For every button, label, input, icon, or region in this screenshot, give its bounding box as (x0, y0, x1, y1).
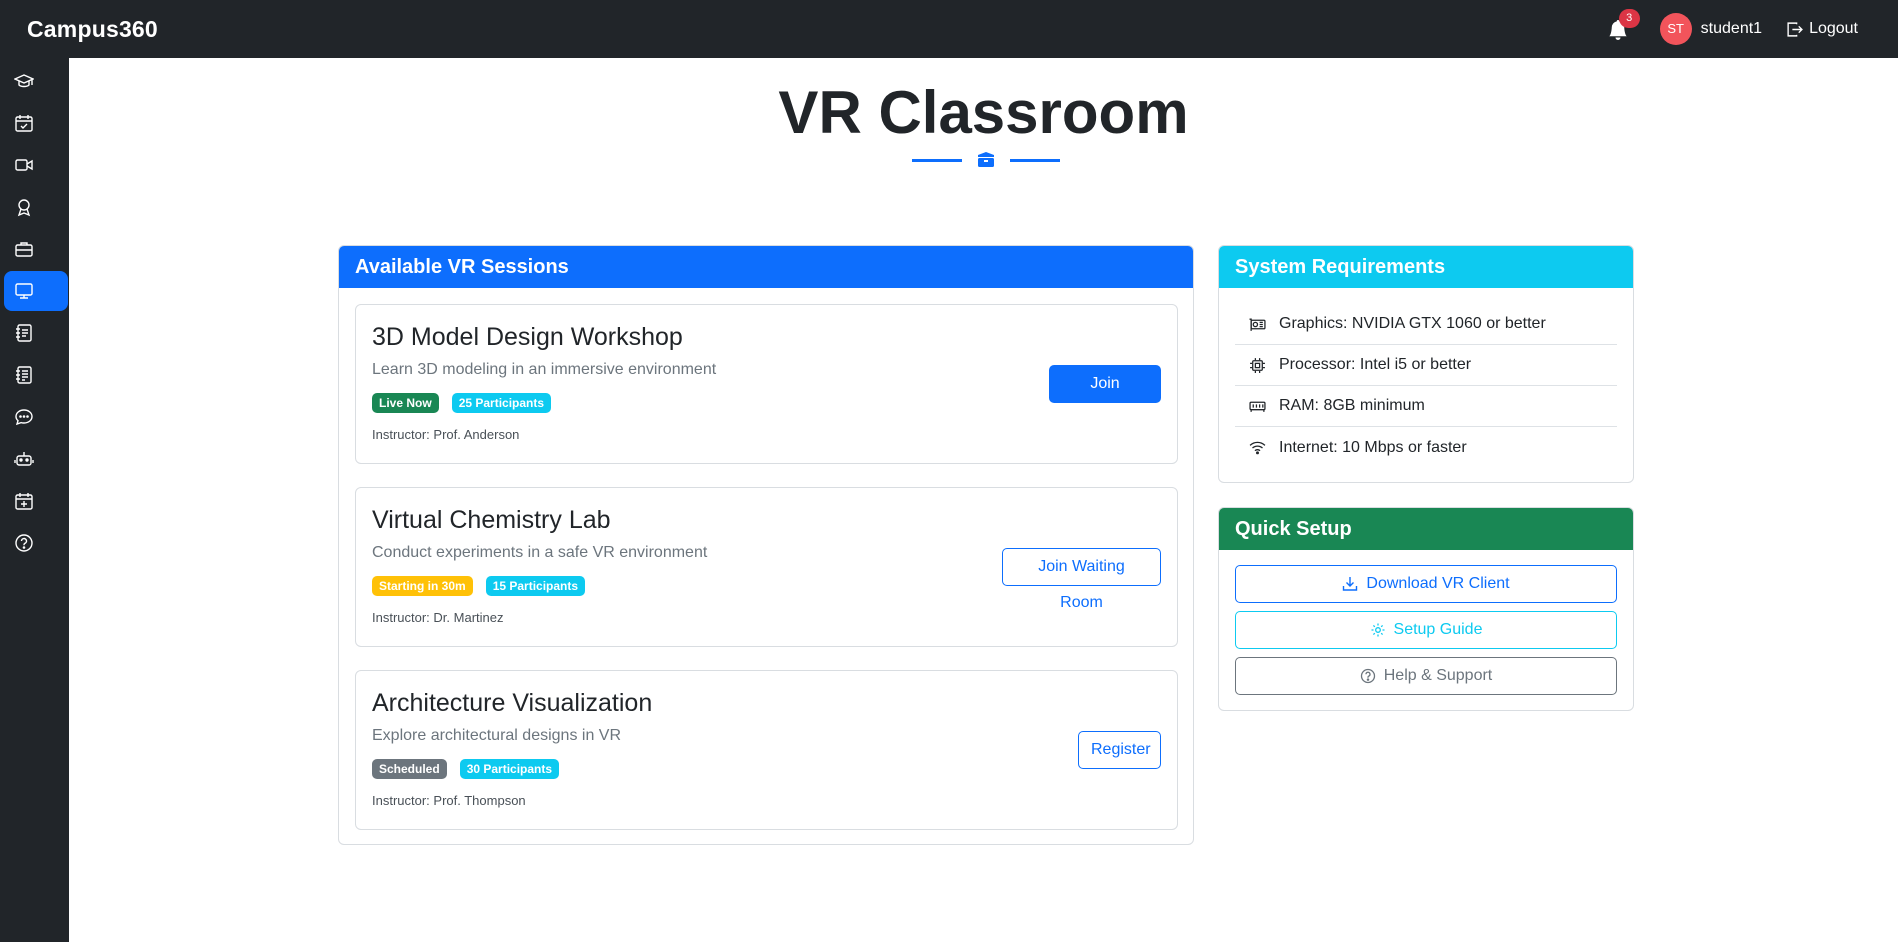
help-support-label: Help & Support (1383, 667, 1493, 684)
download-label: Download VR Client (1366, 575, 1510, 592)
award-icon (17, 199, 31, 217)
download-vr-client-button[interactable]: Download VR Client (1235, 565, 1617, 603)
quick-setup-card: Quick Setup Download VR Client Setup Gui… (1218, 507, 1634, 711)
session-description: Conduct experiments in a safe VR environ… (372, 544, 708, 561)
cpu-icon (1250, 357, 1265, 373)
participants-badge: 30 Participants (459, 759, 560, 779)
logout-label: Logout (1809, 20, 1858, 37)
status-badge: Starting in 30m (372, 576, 473, 596)
setup-guide-label: Setup Guide (1393, 621, 1483, 638)
wifi-icon (1249, 441, 1266, 455)
session-card: Architecture Visualization Explore archi… (355, 670, 1178, 830)
video-camera-icon (15, 159, 33, 171)
session-badges: Live Now 25 Participants (372, 393, 564, 413)
notifications-button[interactable]: 3 (1606, 9, 1640, 41)
display-icon (15, 283, 33, 299)
sidebar-item-ai-assistant[interactable] (4, 439, 68, 479)
requirement-text: Internet: 10 Mbps or faster (1279, 438, 1467, 456)
list-item: RAM: 8GB minimum (1235, 386, 1617, 427)
robot-icon (14, 452, 34, 466)
session-badges: Scheduled 30 Participants (372, 759, 572, 779)
top-right-controls: 3 ST student1 Logout (1606, 0, 1858, 58)
quick-setup-header: Quick Setup (1219, 508, 1633, 550)
requirement-text: RAM: 8GB minimum (1279, 397, 1425, 414)
list-item: Processor: Intel i5 or better (1235, 345, 1617, 386)
briefcase-icon (15, 242, 33, 257)
status-badge: Scheduled (372, 759, 447, 779)
divider-line-right (1010, 158, 1060, 162)
session-instructor: Instructor: Prof. Thompson (372, 793, 526, 808)
logout-icon (1787, 21, 1803, 37)
chat-icon (15, 409, 33, 426)
register-button[interactable]: Register (1078, 731, 1161, 769)
vr-sessions-card: Available VR Sessions 3D Model Design Wo… (338, 245, 1194, 845)
journal-text-icon (16, 366, 32, 384)
question-circle-icon (15, 534, 33, 552)
session-title: 3D Model Design Workshop (372, 323, 683, 351)
session-badges: Starting in 30m 15 Participants (372, 576, 598, 596)
top-navbar: Campus360 3 ST student1 Logout (0, 0, 1898, 58)
avatar[interactable]: ST (1659, 13, 1692, 45)
sidebar-item-chat[interactable] (4, 397, 68, 437)
status-badge: Live Now (372, 393, 439, 413)
username[interactable]: student1 (1701, 20, 1762, 38)
sidebar-item-careers[interactable] (4, 229, 68, 269)
logout-button[interactable]: Logout (1786, 20, 1858, 38)
journal-icon (16, 324, 32, 342)
sidebar (0, 58, 69, 942)
sidebar-item-notes[interactable] (4, 355, 68, 395)
requirement-text: Processor: Intel i5 or better (1279, 356, 1472, 373)
participants-badge: 15 Participants (485, 576, 586, 596)
divider-line-left (912, 158, 962, 162)
sidebar-item-attendance[interactable] (4, 103, 68, 143)
list-item: Internet: 10 Mbps or faster (1235, 427, 1617, 468)
brand-logo[interactable]: Campus360 (27, 16, 158, 43)
participants-badge: 25 Participants (451, 393, 552, 413)
join-waiting-room-button[interactable]: Join Waiting Room (1002, 548, 1161, 611)
session-title: Virtual Chemistry Lab (372, 506, 611, 534)
gear-icon (1371, 623, 1385, 637)
question-circle-icon (1360, 668, 1375, 684)
system-requirements-header: System Requirements (1219, 246, 1633, 288)
list-item: Graphics: NVIDIA GTX 1060 or better (1235, 304, 1617, 345)
session-instructor: Instructor: Prof. Anderson (372, 427, 520, 442)
requirement-text: Graphics: NVIDIA GTX 1060 or better (1279, 315, 1546, 332)
graduation-cap-icon (14, 74, 34, 88)
calendar-check-icon (15, 115, 33, 132)
sidebar-item-achievements[interactable] (4, 187, 68, 227)
sidebar-item-courses[interactable] (4, 61, 68, 101)
download-icon (1343, 577, 1358, 591)
join-session-button[interactable]: Join Session (1049, 365, 1161, 428)
sidebar-item-assignments[interactable] (4, 313, 68, 353)
sidebar-item-video[interactable] (4, 145, 68, 185)
system-requirements-card: System Requirements Graphics: NVIDIA GTX… (1218, 245, 1634, 483)
vr-headset-icon (978, 152, 994, 167)
sidebar-item-help[interactable] (4, 523, 68, 563)
session-description: Learn 3D modeling in an immersive enviro… (372, 361, 717, 378)
setup-guide-button[interactable]: Setup Guide (1235, 611, 1617, 649)
memory-icon (1249, 401, 1266, 412)
page-title: VR Classroom (778, 79, 1189, 146)
session-description: Explore architectural designs in VR (372, 727, 622, 744)
vr-sessions-header: Available VR Sessions (339, 246, 1193, 288)
calendar-plus-icon (15, 493, 33, 510)
session-instructor: Instructor: Dr. Martinez (372, 610, 504, 625)
notification-count-badge: 3 (1618, 9, 1640, 28)
gpu-card-icon (1249, 318, 1266, 331)
requirements-list: Graphics: NVIDIA GTX 1060 or better Proc… (1219, 288, 1633, 468)
sidebar-item-events[interactable] (4, 481, 68, 521)
session-title: Architecture Visualization (372, 689, 653, 717)
session-card: 3D Model Design Workshop Learn 3D modeli… (355, 304, 1178, 464)
title-divider (912, 152, 1060, 168)
session-card: Virtual Chemistry Lab Conduct experiment… (355, 487, 1178, 647)
help-support-button[interactable]: Help & Support (1235, 657, 1617, 695)
sidebar-item-vr-classroom[interactable] (4, 271, 68, 311)
